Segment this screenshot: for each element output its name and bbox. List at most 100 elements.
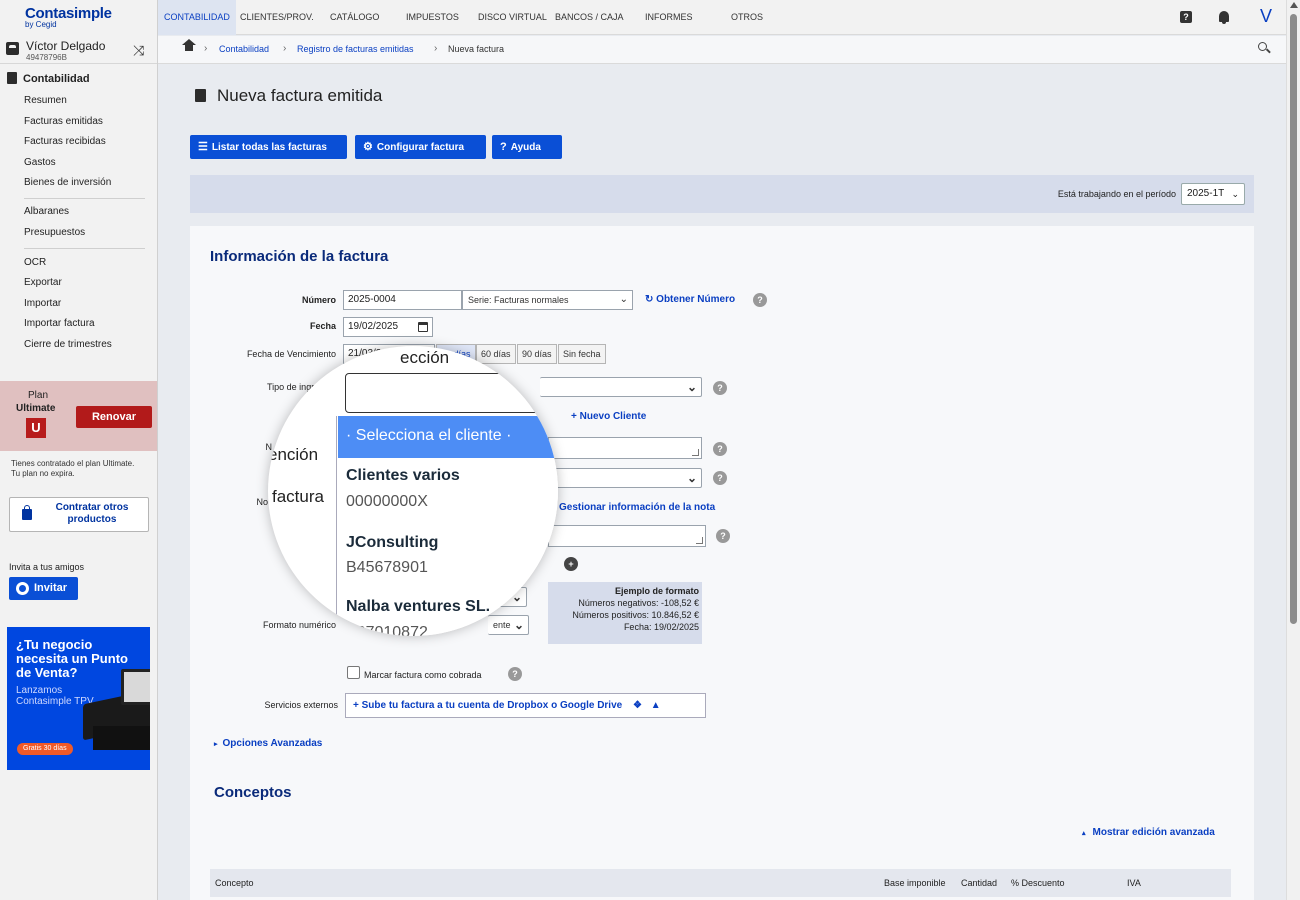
invite-button[interactable]: Invitar bbox=[9, 577, 78, 600]
numero-input[interactable]: 2025-0004 bbox=[343, 290, 462, 310]
help-button[interactable]: ? Ayuda bbox=[492, 135, 562, 159]
magnified-bg-text: factura bbox=[272, 487, 324, 506]
banner-cta[interactable]: Gratis 30 días bbox=[17, 743, 73, 755]
cobrada-label: Marcar factura como cobrada bbox=[364, 670, 482, 680]
gestionar-nota-link[interactable]: Gestionar información de la nota bbox=[559, 502, 715, 513]
brand-logo[interactable]: Contasimple by Cegid bbox=[25, 5, 112, 29]
help-circle-icon[interactable]: ? bbox=[713, 471, 727, 485]
client-option-placeholder[interactable]: · Selecciona el cliente · bbox=[338, 416, 558, 458]
period-label: Está trabajando en el período bbox=[1057, 189, 1176, 199]
text-field-3[interactable] bbox=[548, 525, 706, 547]
plan-badge-icon: U bbox=[26, 418, 46, 438]
help-circle-icon[interactable]: ? bbox=[716, 529, 730, 543]
scroll-up-icon[interactable] bbox=[1290, 2, 1298, 8]
help-circle-icon[interactable]: ? bbox=[753, 293, 767, 307]
nav-otros[interactable]: OTROS bbox=[731, 0, 763, 35]
col-base-imponible: Base imponible bbox=[884, 878, 946, 888]
col-concepto: Concepto bbox=[215, 878, 254, 888]
formato-numerico-label: Formato numérico bbox=[262, 620, 336, 630]
shopping-bag-icon bbox=[22, 505, 32, 520]
sidebar-item-exportar[interactable]: Exportar bbox=[24, 277, 62, 288]
sidebar-item-importar-factura[interactable]: Importar factura bbox=[24, 318, 95, 329]
user-id: 49478796B bbox=[26, 53, 67, 62]
home-icon[interactable] bbox=[182, 39, 196, 54]
page-scrollbar[interactable] bbox=[1286, 0, 1300, 900]
nav-impuestos[interactable]: IMPUESTOS bbox=[406, 0, 459, 35]
tipo-ingreso-select[interactable]: ⌄ bbox=[540, 377, 702, 397]
configure-invoice-label: Configurar factura bbox=[376, 142, 465, 153]
cloud-upload-label: + Sube tu factura a tu cuenta de Dropbox… bbox=[353, 700, 623, 711]
nav-contabilidad[interactable]: CONTABILIDAD bbox=[158, 0, 236, 35]
period-select[interactable]: 2025-1T ⌄ bbox=[1181, 183, 1245, 205]
bell-icon[interactable] bbox=[1219, 11, 1229, 24]
chevron-down-icon: ⌄ bbox=[1231, 189, 1239, 199]
list-invoices-button[interactable]: ☰ Listar todas las facturas bbox=[190, 135, 347, 159]
obtener-numero-label: Obtener Número bbox=[656, 294, 736, 305]
sin-fecha-button[interactable]: Sin fecha bbox=[558, 344, 606, 364]
plus-circle-icon[interactable]: + bbox=[564, 557, 578, 571]
client-option-name[interactable]: JConsulting bbox=[346, 534, 438, 552]
sidebar-section-label: Contabilidad bbox=[23, 73, 90, 85]
nav-catalogo[interactable]: CATÁLOGO bbox=[330, 0, 379, 35]
breadcrumb-registro[interactable]: Registro de facturas emitidas bbox=[297, 44, 414, 54]
sidebar-item-cierre-trimestres[interactable]: Cierre de trimestres bbox=[24, 339, 112, 350]
select-field-2[interactable]: ⌄ bbox=[548, 468, 702, 488]
cloud-upload-button[interactable]: + Sube tu factura a tu cuenta de Dropbox… bbox=[345, 693, 706, 718]
nuevo-cliente-link[interactable]: + Nuevo Cliente bbox=[571, 411, 646, 422]
help-circle-icon[interactable]: ? bbox=[713, 442, 727, 456]
client-search-input[interactable] bbox=[345, 373, 558, 413]
plan-note-line-1: Tienes contratado el plan Ultimate. bbox=[11, 459, 135, 468]
tpv-banner[interactable]: ¿Tu negocio necesita un Punto de Venta? … bbox=[7, 627, 150, 770]
help-circle-icon[interactable]: ? bbox=[713, 381, 727, 395]
globe-icon bbox=[16, 582, 29, 595]
magnified-bg-text: as bbox=[278, 591, 296, 610]
sidebar-divider bbox=[24, 198, 145, 199]
client-dropdown-magnifier: ección as ención factura as · Selecciona… bbox=[268, 346, 558, 636]
sidebar-item-importar[interactable]: Importar bbox=[24, 298, 61, 309]
obtener-numero-link[interactable]: ↻ Obtener Número bbox=[645, 294, 735, 305]
help-circle-icon[interactable]: ? bbox=[508, 667, 522, 681]
scrollbar-thumb[interactable] bbox=[1290, 14, 1297, 624]
client-option-name[interactable]: Clientes varios bbox=[346, 467, 460, 485]
fecha-input[interactable]: 19/02/2025 bbox=[343, 317, 433, 337]
sidebar-item-resumen[interactable]: Resumen bbox=[24, 95, 67, 106]
user-avatar[interactable]: V bbox=[1260, 6, 1272, 27]
help-icon[interactable]: ? bbox=[1180, 11, 1192, 23]
list-icon: ☰ bbox=[198, 141, 208, 153]
mostrar-edicion-avanzada-link[interactable]: ▴ Mostrar edición avanzada bbox=[1082, 827, 1215, 838]
cobrada-checkbox[interactable] bbox=[347, 666, 360, 679]
client-option-id[interactable]: 00000000X bbox=[346, 493, 428, 511]
client-option-id[interactable]: B45678901 bbox=[346, 559, 428, 577]
user-name[interactable]: Víctor Delgado bbox=[26, 39, 105, 53]
calendar-icon[interactable] bbox=[418, 322, 428, 332]
sidebar-item-facturas-recibidas[interactable]: Facturas recibidas bbox=[24, 136, 106, 147]
client-option-id[interactable]: B87010872 bbox=[346, 624, 428, 636]
sidebar-item-facturas-emitidas[interactable]: Facturas emitidas bbox=[24, 116, 103, 127]
sidebar-item-albaranes[interactable]: Albaranes bbox=[24, 206, 69, 217]
format-example-negative: Números negativos: -108,52 € bbox=[578, 598, 699, 608]
nav-informes[interactable]: INFORMES bbox=[645, 0, 693, 35]
sidebar-item-gastos[interactable]: Gastos bbox=[24, 157, 56, 168]
chevron-right-icon: › bbox=[204, 43, 208, 54]
sidebar-item-presupuestos[interactable]: Presupuestos bbox=[24, 227, 85, 238]
search-icon[interactable] bbox=[1258, 42, 1267, 51]
hire-products-button[interactable]: Contratar otros productos bbox=[9, 497, 149, 532]
renew-button[interactable]: Renovar bbox=[76, 406, 152, 428]
switch-account-icon[interactable]: ⤨ bbox=[133, 42, 144, 59]
days-60-button[interactable]: 60 días bbox=[476, 344, 516, 364]
serie-select[interactable]: Serie: Facturas normales ⌄ bbox=[462, 290, 633, 310]
sidebar-item-ocr[interactable]: OCR bbox=[24, 257, 46, 268]
opciones-avanzadas-toggle[interactable]: ▸ Opciones Avanzadas bbox=[214, 738, 322, 749]
text-field-1[interactable] bbox=[548, 437, 702, 459]
nav-bancos-caja[interactable]: BANCOS / CAJA bbox=[555, 0, 624, 35]
fecha-label: Fecha bbox=[309, 321, 336, 331]
sidebar-item-bienes-inversion[interactable]: Bienes de inversión bbox=[24, 177, 111, 188]
sidebar-divider bbox=[24, 248, 145, 249]
configure-invoice-button[interactable]: ⚙ Configurar factura bbox=[355, 135, 486, 159]
breadcrumb-contabilidad[interactable]: Contabilidad bbox=[219, 44, 269, 54]
days-90-button[interactable]: 90 días bbox=[517, 344, 557, 364]
hire-products-label: Contratar otros productos bbox=[55, 502, 129, 525]
client-option-name[interactable]: Nalba ventures SL. bbox=[346, 598, 490, 616]
nav-clientes[interactable]: CLIENTES/PROV. bbox=[240, 0, 314, 35]
nav-disco-virtual[interactable]: DISCO VIRTUAL bbox=[478, 0, 547, 35]
